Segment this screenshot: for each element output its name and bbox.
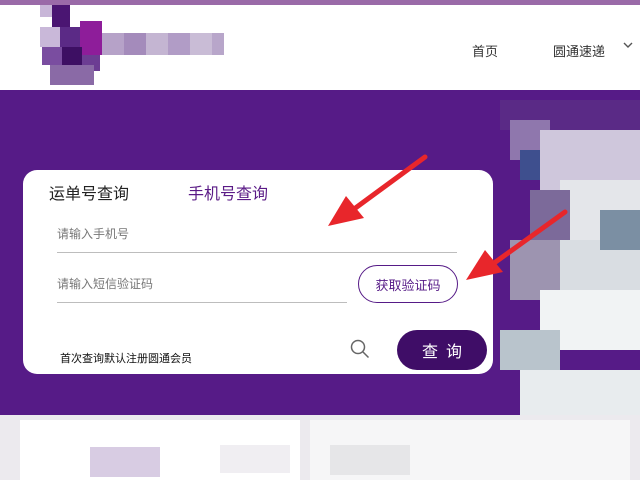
bottom-blurred-content [20, 420, 630, 480]
bottom-section [0, 415, 640, 480]
query-button[interactable]: 查询 [397, 330, 487, 370]
query-card: 运单号查询 手机号查询 获取验证码 首次查询默认注册圆通会员 查询 [23, 170, 493, 374]
phone-input-underline [57, 252, 457, 253]
get-code-button[interactable]: 获取验证码 [358, 265, 458, 303]
nav-home-link[interactable]: 首页 [472, 41, 498, 60]
site-header: 首页 圆通速递 [0, 5, 640, 90]
register-hint: 首次查询默认注册圆通会员 [60, 352, 192, 365]
tab-waybill-query[interactable]: 运单号查询 [49, 180, 129, 204]
logo[interactable] [30, 5, 225, 87]
search-icon[interactable] [349, 338, 371, 360]
hero-decoration [500, 90, 640, 415]
phone-input[interactable] [57, 222, 457, 246]
sms-code-input[interactable] [57, 272, 347, 296]
nav-brand-menu[interactable]: 圆通速递 [553, 41, 605, 60]
tab-phone-query[interactable]: 手机号查询 [188, 180, 268, 204]
sms-code-input-underline [57, 302, 347, 303]
chevron-down-icon[interactable] [622, 39, 634, 51]
